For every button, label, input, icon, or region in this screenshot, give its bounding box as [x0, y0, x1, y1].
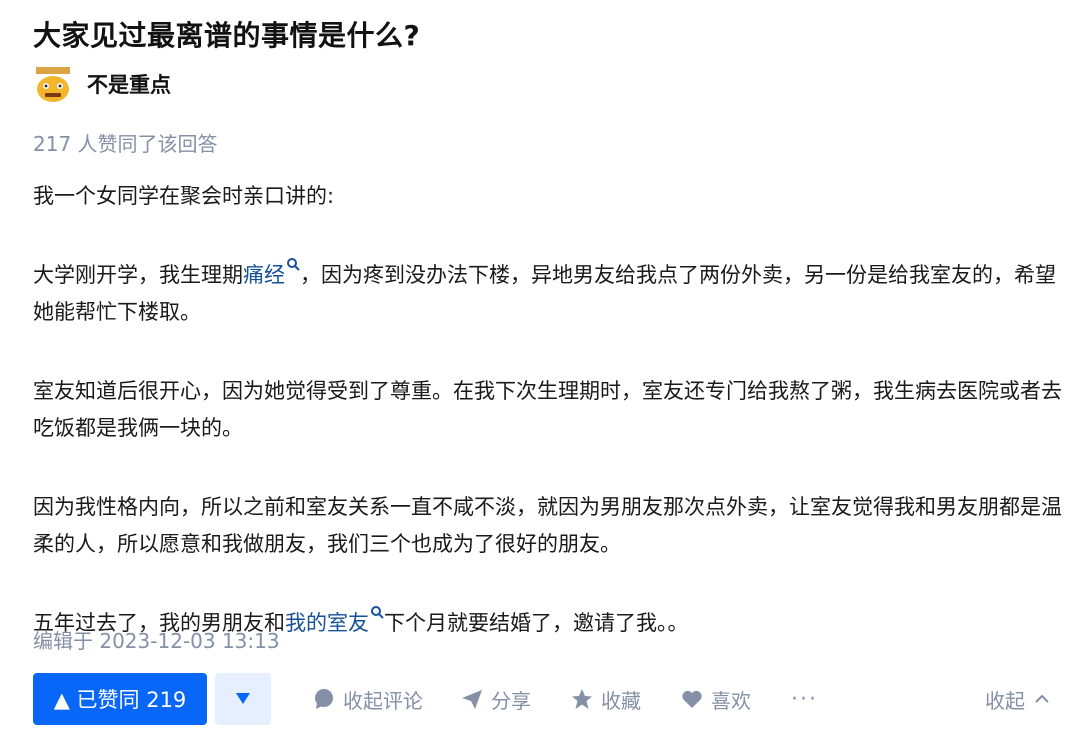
paragraph-5-text-b: 下个月就要结婚了，邀请了我。。 — [384, 611, 689, 635]
heart-icon — [682, 690, 702, 708]
keyword-link-label: 我的室友 — [285, 611, 369, 635]
more-options-button[interactable]: ··· — [791, 687, 818, 712]
collapse-button-label: 收起 — [985, 688, 1025, 713]
comment-bubble-icon — [315, 689, 333, 709]
collapse-answer-button[interactable]: 收起 — [985, 685, 1049, 714]
author-name[interactable]: 不是重点 — [87, 69, 171, 99]
smiley-face-avatar-icon — [33, 64, 73, 104]
keyword-link-label: 痛经 — [243, 263, 285, 287]
keyword-link-roommate[interactable]: 我的室友 — [285, 606, 384, 635]
keyword-link-tongjing[interactable]: 痛经 — [243, 258, 300, 287]
favorite-button[interactable]: 收藏 — [571, 685, 641, 714]
triangle-down-icon — [236, 693, 250, 704]
author-row: 不是重点 — [33, 64, 171, 104]
search-icon — [287, 258, 300, 271]
like-button-label: 喜欢 — [711, 688, 751, 713]
share-button[interactable]: 分享 — [461, 685, 531, 714]
star-icon — [572, 689, 592, 709]
action-bar: ▲ 已赞同 219 收起评论 分享 收藏 喜欢 ··· 收起 — [33, 673, 1063, 725]
vote-count-text: 217 人赞同了该回答 — [33, 132, 218, 156]
share-button-label: 分享 — [491, 688, 531, 713]
chevron-up-icon — [1035, 694, 1049, 703]
answer-content: 我一个女同学在聚会时亲口讲的: 大学刚开学，我生理期痛经 ，因为疼到没办法下楼，异… — [33, 178, 1063, 642]
edit-timestamp: 编辑于 2023-12-03 13:13 — [33, 629, 280, 653]
paper-plane-icon — [462, 690, 482, 709]
author-avatar[interactable] — [33, 64, 73, 104]
favorite-button-label: 收藏 — [601, 688, 641, 713]
like-button[interactable]: 喜欢 — [681, 685, 751, 714]
paragraph-4: 因为我性格内向，所以之前和室友关系一直不咸不淡，就因为男朋友那次点外卖，让室友觉… — [33, 495, 1062, 556]
comment-button-label: 收起评论 — [343, 688, 423, 713]
paragraph-1: 我一个女同学在聚会时亲口讲的: — [33, 184, 335, 208]
paragraph-3: 室友知道后很开心，因为她觉得受到了尊重。在我下次生理期时，室友还专门给我熬了粥，… — [33, 379, 1062, 440]
paragraph-2: 大学刚开学，我生理期痛经 ，因为疼到没办法下楼，异地男友给我点了两份外卖，另一份是… — [33, 257, 1063, 331]
upvote-button[interactable]: ▲ 已赞同 219 — [33, 673, 207, 725]
paragraph-2-text-a: 大学刚开学，我生理期 — [33, 263, 243, 287]
question-title[interactable]: 大家见过最离谱的事情是什么? — [33, 14, 420, 54]
search-icon — [371, 606, 384, 619]
comment-button[interactable]: 收起评论 — [313, 685, 423, 714]
downvote-button[interactable] — [215, 673, 271, 725]
answer-card: 大家见过最离谱的事情是什么? 不是重点 217 人赞同了该回答 我一个女同学在聚… — [0, 0, 1080, 735]
